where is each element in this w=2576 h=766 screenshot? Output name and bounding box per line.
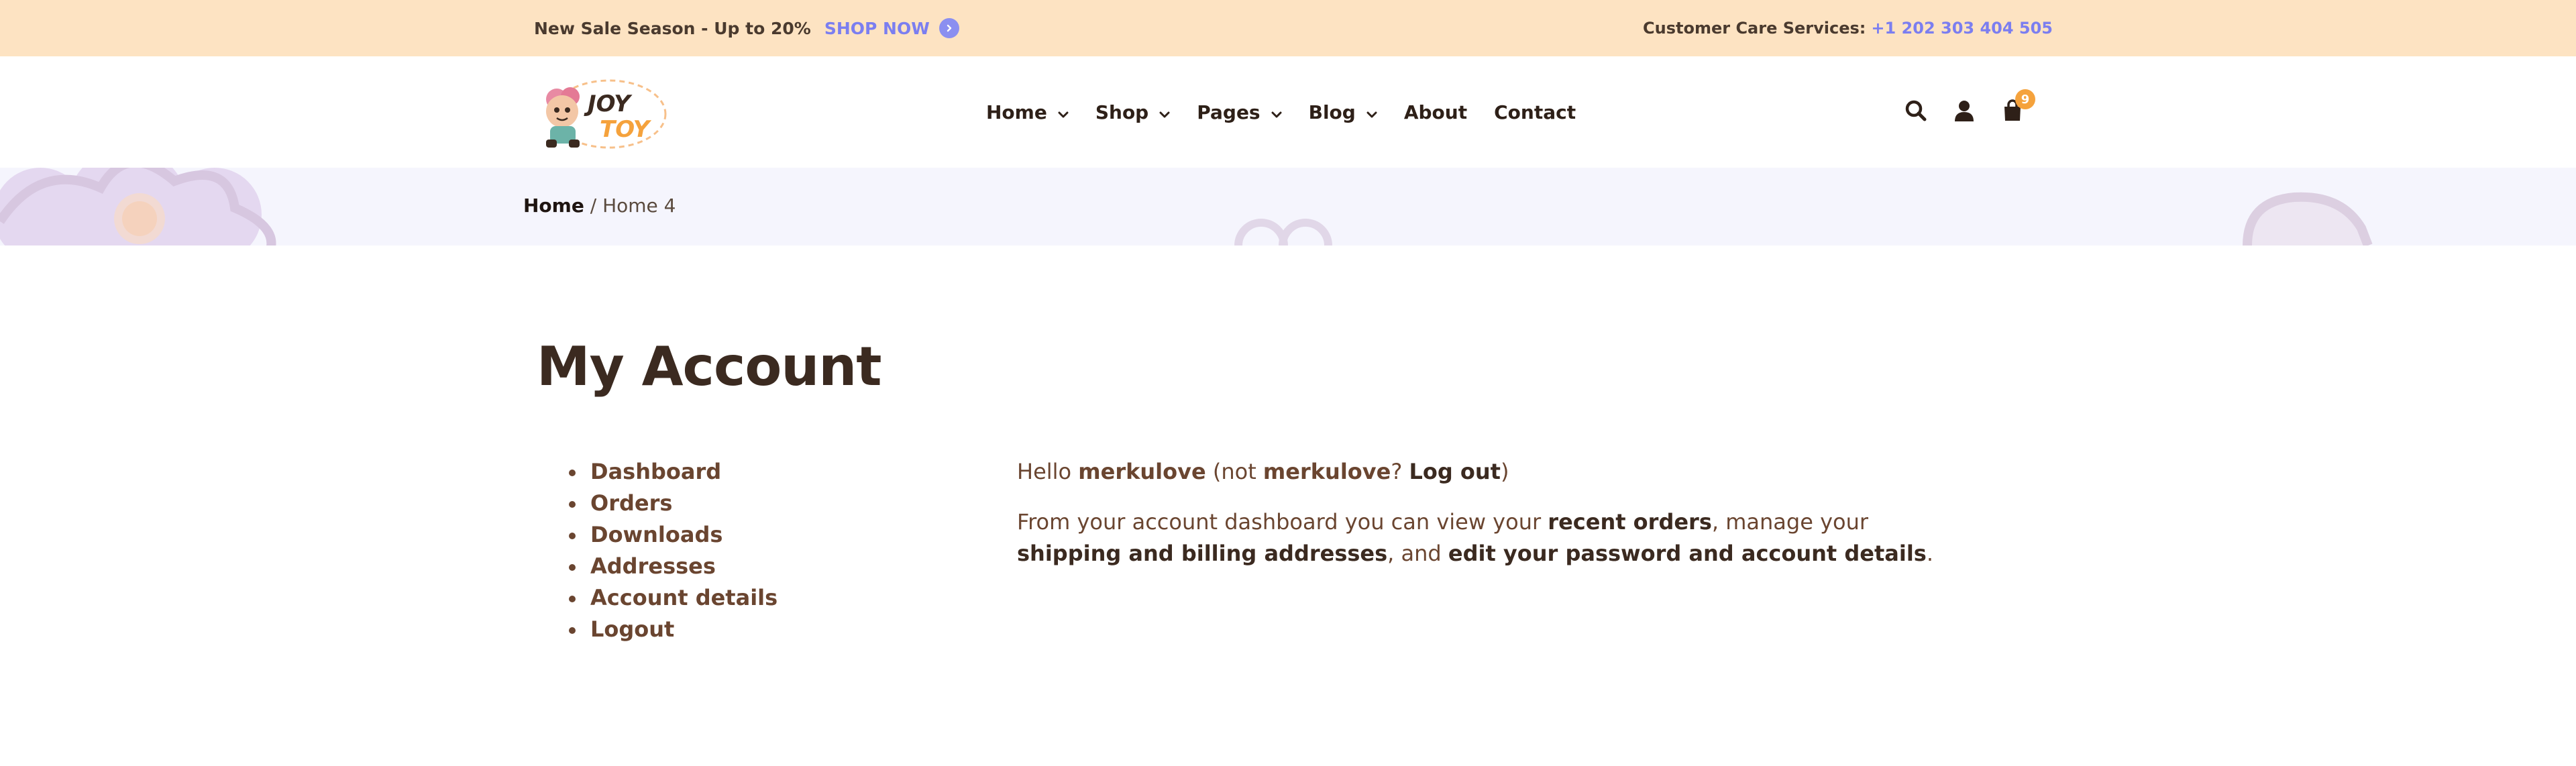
dashboard-intro: From your account dashboard you can view… [1017, 506, 1970, 569]
not-username: merkulove [1263, 459, 1391, 484]
account-nav-account-details[interactable]: Account details [569, 582, 777, 614]
close-paren: ) [1500, 459, 1509, 484]
greeting: Hello merkulove (not merkulove? Log out) [1017, 456, 1970, 488]
logo-line-2: TOY [600, 116, 652, 143]
chevron-down-icon [1058, 101, 1069, 123]
end-text: . [1926, 541, 1934, 566]
promo-text: New Sale Season - Up to 20% [534, 18, 811, 38]
search-icon [1904, 99, 1927, 125]
nav-item-label: About [1403, 101, 1468, 123]
nav-item-about[interactable]: About [1404, 101, 1467, 123]
user-icon [1953, 99, 1975, 125]
nav-item-label: Contact [1494, 101, 1576, 123]
page-title: My Account [537, 335, 881, 398]
logout-link[interactable]: Log out [1409, 459, 1500, 484]
shop-now-link[interactable]: SHOP NOW [824, 18, 959, 38]
nav-item-label: Blog [1308, 101, 1356, 123]
cart-count-badge: 9 [2015, 89, 2035, 109]
chevron-down-icon [1366, 101, 1377, 123]
intro-text: From your account dashboard you can view… [1017, 509, 1548, 535]
shop-now-label: SHOP NOW [824, 18, 930, 38]
nav-item-label: Pages [1197, 101, 1260, 123]
main-nav: Home Shop Pages Blog About Contact [986, 56, 1603, 168]
recent-orders-link[interactable]: recent orders [1548, 509, 1712, 535]
nav-item-label: Shop [1095, 101, 1149, 123]
account-nav-orders[interactable]: Orders [569, 488, 777, 519]
header-icons: 9 [1902, 56, 2047, 168]
not-suffix: ? [1391, 459, 1409, 484]
breadcrumb-band [0, 168, 2576, 245]
dashboard-content: Hello merkulove (not merkulove? Log out)… [1017, 456, 1970, 588]
phone-link[interactable]: +1 202 303 404 505 [1871, 19, 2053, 38]
customer-care-label: Customer Care Services: [1643, 19, 1866, 38]
mid-text: , manage your [1711, 509, 1869, 535]
account-nav-dashboard[interactable]: Dashboard [569, 456, 777, 488]
username: merkulove [1078, 459, 1206, 484]
nav-item-home[interactable]: Home [986, 101, 1069, 123]
nav-item-shop[interactable]: Shop [1095, 101, 1170, 123]
chevron-down-icon [1159, 101, 1170, 123]
account-navigation: Dashboard Orders Downloads Addresses Acc… [569, 456, 777, 645]
breadcrumb-home-link[interactable]: Home [523, 195, 584, 217]
customer-care: Customer Care Services: +1 202 303 404 5… [1643, 0, 2053, 56]
breadcrumb-current: Home 4 [602, 195, 676, 217]
nav-item-contact[interactable]: Contact [1494, 101, 1576, 123]
promo: New Sale Season - Up to 20% SHOP NOW [534, 0, 959, 56]
hello-prefix: Hello [1017, 459, 1079, 484]
decorative-flowers [0, 168, 2373, 245]
cart-button[interactable]: 9 [1999, 89, 2035, 125]
nav-item-label: Home [986, 101, 1047, 123]
addresses-link[interactable]: shipping and billing addresses [1017, 541, 1387, 566]
breadcrumb-separator: / [584, 195, 603, 217]
nav-item-blog[interactable]: Blog [1309, 101, 1377, 123]
search-button[interactable] [1902, 99, 1929, 125]
top-bar: New Sale Season - Up to 20% SHOP NOW Cus… [0, 0, 2576, 56]
site-logo[interactable]: JOY TOY [530, 78, 668, 150]
nav-item-pages[interactable]: Pages [1197, 101, 1282, 123]
account-nav-downloads[interactable]: Downloads [569, 519, 777, 551]
breadcrumb: Home / Home 4 [523, 195, 676, 217]
logo-line-1: JOY [584, 91, 633, 117]
chevron-right-icon [938, 18, 959, 38]
and-text: , and [1387, 541, 1448, 566]
not-prefix: (not [1205, 459, 1263, 484]
account-nav-logout[interactable]: Logout [569, 614, 777, 645]
edit-account-link[interactable]: edit your password and account details [1448, 541, 1927, 566]
account-nav-addresses[interactable]: Addresses [569, 551, 777, 582]
account-button[interactable] [1951, 99, 1978, 125]
chevron-down-icon [1271, 101, 1282, 123]
